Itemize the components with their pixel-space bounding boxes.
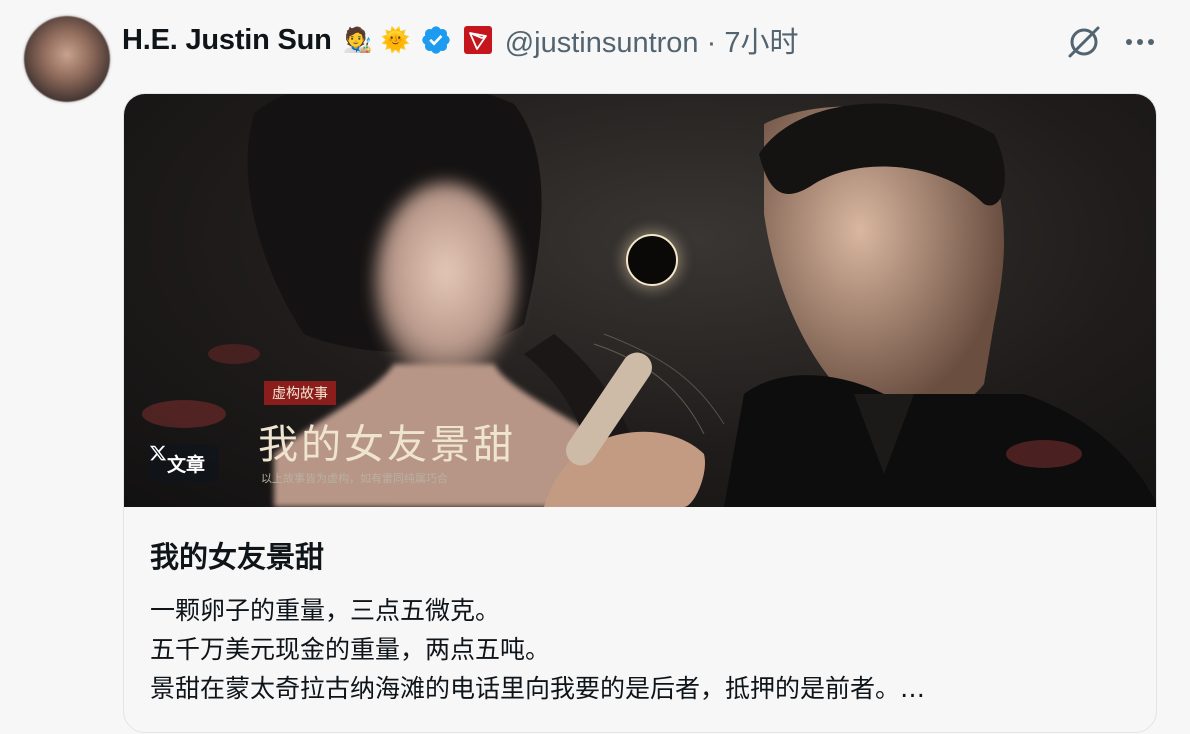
article-badge: 文章 <box>149 444 220 482</box>
grok-icon[interactable] <box>1064 22 1104 62</box>
poster-note: 以上故事皆为虚构，如有雷同纯属巧合 <box>261 472 448 485</box>
artist-emoji: 🧑‍🎨 <box>342 26 373 54</box>
excerpt-line: 景甜在蒙太奇拉古纳海滩的电话里向我要的是后者，抵押的是前者。… <box>150 674 926 703</box>
excerpt-line: 五千万美元现金的重量，两点五吨。 <box>150 635 551 664</box>
article-cover-image: 虚构故事 我的女友景甜 以上故事皆为虚构，如有雷同纯属巧合 文章 <box>124 94 1156 507</box>
excerpt-line: 一颗卵子的重量，三点五微克。 <box>150 596 501 625</box>
avatar[interactable] <box>24 16 110 102</box>
verified-badge-icon[interactable] <box>419 23 453 57</box>
poster-tag: 虚构故事 <box>264 381 336 405</box>
more-icon[interactable] <box>1120 24 1160 60</box>
tron-badge-icon[interactable] <box>461 23 495 57</box>
article-excerpt: 一颗卵子的重量，三点五微克。 五千万美元现金的重量，两点五吨。 景甜在蒙太奇拉古… <box>150 591 1140 708</box>
article-card[interactable]: 虚构故事 我的女友景甜 以上故事皆为虚构，如有雷同纯属巧合 文章 我的女友景甜 … <box>123 93 1157 733</box>
sun-emoji: 🌞 <box>380 26 411 54</box>
handle-and-time[interactable]: @justinsuntron · 7小时 <box>505 19 799 61</box>
article-badge-label: 文章 <box>167 453 206 476</box>
author-name[interactable]: H.E. Justin Sun <box>122 24 332 57</box>
poster-title: 我的女友景甜 <box>258 422 516 468</box>
tweet-header: H.E. Justin Sun 🧑‍🎨 🌞 @justinsuntron · 7… <box>122 18 798 62</box>
article-title[interactable]: 我的女友景甜 <box>150 534 324 576</box>
